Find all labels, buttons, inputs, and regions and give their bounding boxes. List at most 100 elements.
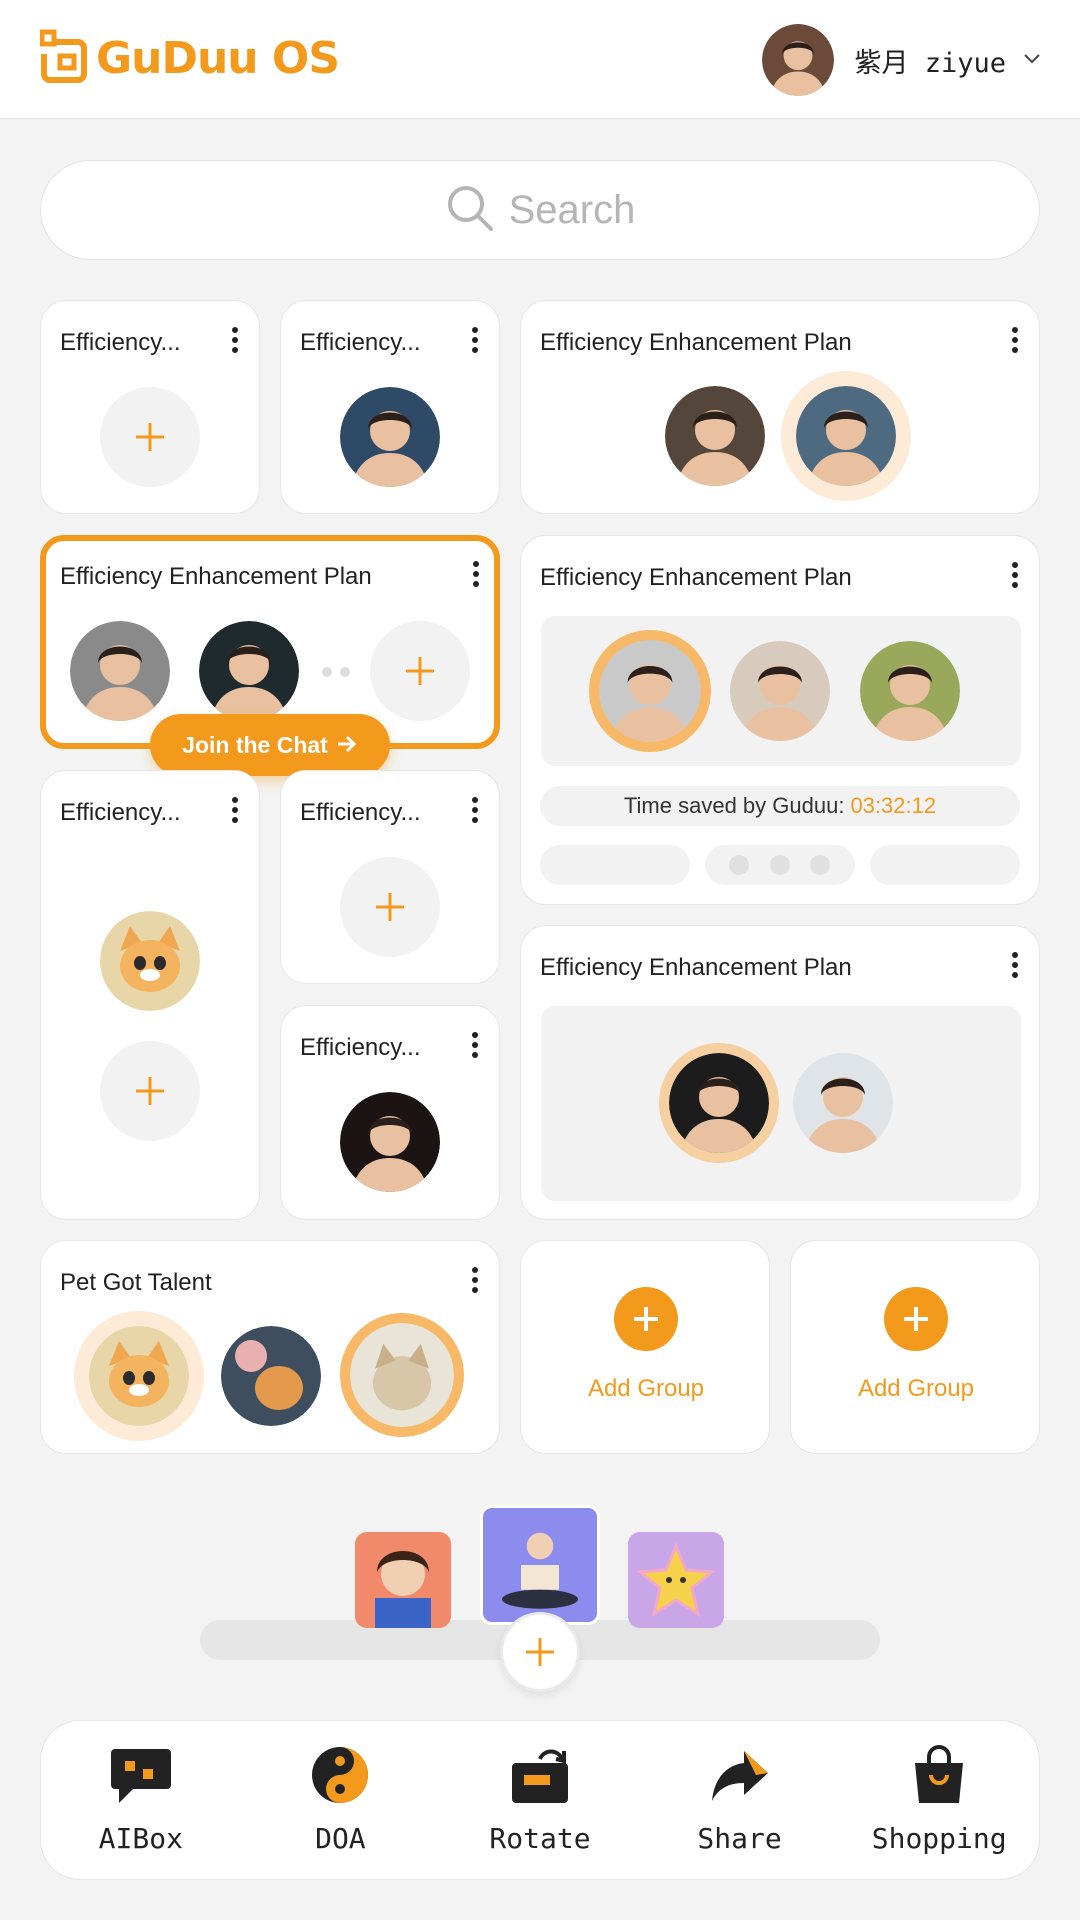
share-arrow-icon: [710, 1745, 770, 1810]
card-title: Efficiency Enhancement Plan: [540, 954, 852, 981]
shopping-bag-icon: [909, 1745, 969, 1810]
avatar[interactable]: [669, 1053, 769, 1153]
avatar[interactable]: [340, 387, 440, 487]
avatar[interactable]: [762, 24, 834, 96]
dock-label: Shopping: [871, 1822, 1007, 1855]
chat-box-icon: [109, 1745, 173, 1810]
dock-item-share[interactable]: Share: [650, 1745, 830, 1855]
rotate-icon: [510, 1745, 570, 1810]
card-title: Efficiency Enhancement Plan: [540, 564, 852, 591]
search-input[interactable]: Search: [509, 188, 636, 233]
card-title: Efficiency...: [300, 1034, 421, 1061]
plus-icon: [896, 1299, 936, 1339]
logo-icon: [39, 28, 88, 89]
dot-indicator: [729, 855, 749, 875]
more-options-icon[interactable]: [1009, 562, 1021, 592]
search-bar[interactable]: Search: [40, 160, 1040, 260]
user-name: 紫月 ziyue: [854, 47, 1006, 79]
dot-indicator: [810, 855, 830, 875]
avatar[interactable]: [665, 386, 765, 486]
more-options-icon[interactable]: [469, 1267, 481, 1297]
skeleton-placeholder: [540, 845, 690, 885]
plus-icon: [130, 1071, 170, 1111]
dock-label: Share: [697, 1822, 782, 1855]
avatar[interactable]: [221, 1326, 321, 1426]
dock-item-rotate[interactable]: Rotate: [450, 1745, 630, 1855]
avatar[interactable]: [89, 1326, 189, 1426]
dock-label: AIBox: [98, 1822, 183, 1855]
group-card[interactable]: Efficiency...: [40, 300, 260, 514]
add-group-button[interactable]: [614, 1287, 678, 1351]
app-logo[interactable]: GuDuu OS: [39, 28, 340, 89]
add-member-button[interactable]: [340, 857, 440, 957]
avatar[interactable]: [793, 1053, 893, 1153]
add-group-card[interactable]: Add Group: [790, 1240, 1040, 1454]
avatar[interactable]: [350, 1323, 454, 1427]
plus-icon: [520, 1632, 560, 1672]
plus-icon: [130, 417, 170, 457]
group-card[interactable]: Efficiency...: [280, 770, 500, 984]
more-options-icon[interactable]: [229, 327, 241, 357]
add-avatar-button[interactable]: [500, 1612, 580, 1692]
add-member-button[interactable]: [370, 621, 470, 721]
avatar[interactable]: [340, 1092, 440, 1192]
more-options-icon[interactable]: [229, 797, 241, 827]
card-title: Efficiency Enhancement Plan: [60, 563, 372, 590]
user-menu[interactable]: 紫月 ziyue: [762, 24, 1040, 96]
add-group-label: Add Group: [857, 1375, 975, 1402]
card-title: Pet Got Talent: [60, 1269, 212, 1296]
avatar[interactable]: [599, 640, 701, 742]
bottom-dock: AIBox DOA Rotate Share Shopping: [40, 1720, 1040, 1880]
more-options-icon[interactable]: [469, 327, 481, 357]
group-card[interactable]: Efficiency Enhancement Plan: [520, 925, 1040, 1220]
more-options-icon[interactable]: [469, 1032, 481, 1062]
dock-label: Rotate: [489, 1822, 591, 1855]
add-group-button[interactable]: [884, 1287, 948, 1351]
card-title: Efficiency...: [60, 799, 181, 826]
avatar-thumbnail[interactable]: [628, 1532, 724, 1628]
dot-indicator: [340, 667, 350, 677]
group-card[interactable]: Efficiency...: [280, 1005, 500, 1220]
card-title: Efficiency Enhancement Plan: [540, 329, 852, 356]
dot-indicator: [770, 855, 790, 875]
top-header: GuDuu OS 紫月 ziyue: [0, 0, 1080, 119]
plus-icon: [370, 887, 410, 927]
group-card[interactable]: Efficiency...: [280, 300, 500, 514]
more-options-icon[interactable]: [469, 797, 481, 827]
add-member-button[interactable]: [100, 1041, 200, 1141]
dock-item-shopping[interactable]: Shopping: [849, 1745, 1029, 1855]
avatar-thumbnail-selected[interactable]: [480, 1505, 600, 1625]
time-saved: Time saved by Guduu: 03:32:12: [540, 786, 1020, 826]
avatar-thumbnail[interactable]: [355, 1532, 451, 1628]
group-card[interactable]: Efficiency Enhancement Plan: [520, 300, 1040, 514]
skeleton-placeholder: [870, 845, 1020, 885]
card-title: Efficiency...: [300, 799, 421, 826]
more-options-icon[interactable]: [1009, 327, 1021, 357]
yin-yang-icon: [310, 1745, 370, 1810]
arrow-right-icon: [336, 732, 358, 759]
app-name: GuDuu OS: [96, 33, 340, 84]
dock-item-aibox[interactable]: AIBox: [51, 1745, 231, 1855]
group-card[interactable]: Pet Got Talent: [40, 1240, 500, 1454]
chevron-down-icon[interactable]: [1024, 51, 1040, 69]
avatar[interactable]: [100, 911, 200, 1011]
add-member-button[interactable]: [100, 387, 200, 487]
time-saved-value: 03:32:12: [850, 793, 937, 818]
avatar[interactable]: [796, 386, 896, 486]
plus-icon: [400, 651, 440, 691]
dot-indicator: [322, 667, 332, 677]
add-group-card[interactable]: Add Group: [520, 1240, 770, 1454]
dock-item-doa[interactable]: DOA: [250, 1745, 430, 1855]
join-chat-label: Join the Chat: [182, 731, 328, 758]
card-title: Efficiency...: [60, 329, 181, 356]
avatar[interactable]: [199, 621, 299, 721]
avatar[interactable]: [70, 621, 170, 721]
avatar[interactable]: [730, 641, 830, 741]
members-panel: [541, 1006, 1021, 1201]
more-options-icon[interactable]: [1009, 952, 1021, 982]
group-card[interactable]: Efficiency...: [40, 770, 260, 1220]
join-chat-button[interactable]: Join the Chat: [150, 714, 390, 776]
avatar[interactable]: [860, 641, 960, 741]
more-options-icon[interactable]: [470, 561, 482, 591]
dock-label: DOA: [315, 1822, 366, 1855]
